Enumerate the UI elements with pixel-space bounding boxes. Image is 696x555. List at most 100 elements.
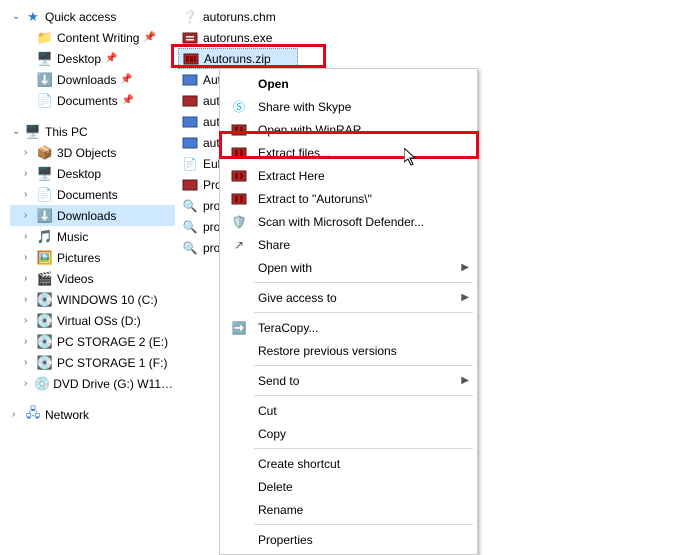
ctx-extract-to[interactable]: Extract to "Autoruns\"	[222, 187, 475, 210]
ctx-give-access[interactable]: Give access to▶	[222, 286, 475, 309]
nav-network[interactable]: ›🖧Network	[10, 404, 175, 425]
procexp-icon: 🔍	[180, 240, 200, 256]
nav-label: Virtual OSs (D:)	[57, 314, 141, 328]
ctx-label: Copy	[252, 427, 457, 441]
separator	[254, 395, 473, 396]
downloads-icon: ⬇️	[36, 72, 54, 88]
nav-e-drive[interactable]: ›💽PC STORAGE 2 (E:)	[10, 331, 175, 352]
ctx-label: Open	[252, 77, 457, 91]
nav-3d-objects[interactable]: ›📦3D Objects	[10, 142, 175, 163]
ctx-label: Extract files...	[252, 146, 457, 160]
ctx-label: Send to	[252, 374, 457, 388]
ctx-open-winrar[interactable]: Open with WinRAR	[222, 118, 475, 141]
nav-documents-qa[interactable]: 📄 Documents 📌	[10, 90, 175, 111]
nav-label: Quick access	[45, 10, 116, 24]
file-item[interactable]: autoruns.exe	[178, 27, 478, 48]
ctx-create-shortcut[interactable]: Create shortcut	[222, 452, 475, 475]
ctx-properties[interactable]: Properties	[222, 528, 475, 551]
nav-documents-pc[interactable]: ›📄Documents	[10, 184, 175, 205]
nav-desktop-pc[interactable]: ›🖥️Desktop	[10, 163, 175, 184]
nav-downloads-pc[interactable]: ›⬇️Downloads	[10, 205, 175, 226]
nav-this-pc[interactable]: ⌄ 🖥️ This PC	[10, 121, 175, 142]
nav-label: Documents	[57, 188, 118, 202]
drive-icon: 💽	[36, 292, 54, 308]
nav-label: Downloads	[57, 73, 116, 87]
pin-icon: 📌	[143, 32, 155, 43]
nav-dvd-drive[interactable]: ›💿DVD Drive (G:) W11…	[10, 373, 175, 394]
ctx-label: Extract to "Autoruns\"	[252, 192, 457, 206]
drive-icon: 💽	[36, 334, 54, 350]
file-name: autoruns.exe	[203, 31, 272, 45]
nav-music[interactable]: ›🎵Music	[10, 226, 175, 247]
separator	[254, 448, 473, 449]
nav-label: Music	[57, 230, 88, 244]
nav-f-drive[interactable]: ›💽PC STORAGE 1 (F:)	[10, 352, 175, 373]
ctx-defender[interactable]: 🛡️Scan with Microsoft Defender...	[222, 210, 475, 233]
ctx-extract-here[interactable]: Extract Here	[222, 164, 475, 187]
nav-d-drive[interactable]: ›💽Virtual OSs (D:)	[10, 310, 175, 331]
chevron-right-icon: ›	[24, 147, 36, 158]
txt-icon: 📄	[180, 156, 200, 172]
ctx-send-to[interactable]: Send to▶	[222, 369, 475, 392]
music-icon: 🎵	[36, 229, 54, 245]
chevron-right-icon: ▶	[457, 375, 469, 386]
ctx-label: Rename	[252, 503, 457, 517]
documents-icon: 📄	[36, 187, 54, 203]
nav-label: Content Writing	[57, 31, 139, 45]
nav-videos[interactable]: ›🎬Videos	[10, 268, 175, 289]
desktop-icon: 🖥️	[36, 166, 54, 182]
pin-icon: 📌	[120, 74, 132, 85]
ctx-extract-files[interactable]: Extract files...	[222, 141, 475, 164]
zip-icon	[181, 51, 201, 67]
share-icon: ↗	[226, 238, 252, 252]
ctx-open[interactable]: Open	[222, 72, 475, 95]
chevron-right-icon: ▶	[457, 292, 469, 303]
ctx-label: Create shortcut	[252, 457, 457, 471]
ctx-skype[interactable]: ⓈShare with Skype	[222, 95, 475, 118]
nav-label: PC STORAGE 1 (F:)	[57, 356, 167, 370]
procexp-icon: 🔍	[180, 219, 200, 235]
teracopy-icon: ➡️	[226, 321, 252, 335]
ctx-rename[interactable]: Rename	[222, 498, 475, 521]
ctx-label: Cut	[252, 404, 457, 418]
separator	[254, 282, 473, 283]
nav-content-writing[interactable]: 📁 Content Writing 📌	[10, 27, 175, 48]
defender-icon: 🛡️	[226, 215, 252, 229]
chevron-right-icon: ▶	[457, 262, 469, 273]
ctx-open-with[interactable]: Open with▶	[222, 256, 475, 279]
file-name: Autoruns.zip	[204, 52, 271, 66]
procexp-icon: 🔍	[180, 198, 200, 214]
ctx-share[interactable]: ↗Share	[222, 233, 475, 256]
ctx-label: TeraCopy...	[252, 321, 457, 335]
disc-icon: 💿	[34, 376, 50, 392]
drive-icon: 💽	[36, 355, 54, 371]
file-item-selected[interactable]: Autoruns.zip	[178, 48, 298, 69]
nav-label: Downloads	[57, 209, 116, 223]
nav-label: Network	[45, 408, 89, 422]
chevron-down-icon: ⌄	[12, 126, 24, 137]
pictures-icon: 🖼️	[36, 250, 54, 266]
nav-pictures[interactable]: ›🖼️Pictures	[10, 247, 175, 268]
ctx-copy[interactable]: Copy	[222, 422, 475, 445]
ctx-label: Delete	[252, 480, 457, 494]
ctx-cut[interactable]: Cut	[222, 399, 475, 422]
skype-icon: Ⓢ	[226, 98, 252, 115]
ctx-restore[interactable]: Restore previous versions	[222, 339, 475, 362]
videos-icon: 🎬	[36, 271, 54, 287]
nav-c-drive[interactable]: ›💽WINDOWS 10 (C:)	[10, 289, 175, 310]
nav-label: Desktop	[57, 167, 101, 181]
nav-downloads-qa[interactable]: ⬇️ Downloads 📌	[10, 69, 175, 90]
ctx-teracopy[interactable]: ➡️TeraCopy...	[222, 316, 475, 339]
file-item[interactable]: ❔autoruns.chm	[178, 6, 478, 27]
downloads-icon: ⬇️	[36, 208, 54, 224]
nav-desktop[interactable]: 🖥️ Desktop 📌	[10, 48, 175, 69]
nav-label: DVD Drive (G:) W11…	[53, 377, 173, 391]
exe-icon	[180, 135, 200, 151]
ctx-delete[interactable]: Delete	[222, 475, 475, 498]
context-menu: Open ⓈShare with Skype Open with WinRAR …	[219, 68, 478, 555]
pin-icon: 📌	[122, 95, 134, 106]
nav-quick-access[interactable]: ⌄ ★ Quick access	[10, 6, 175, 27]
nav-label: Documents	[57, 94, 118, 108]
separator	[254, 365, 473, 366]
exe-icon	[180, 114, 200, 130]
